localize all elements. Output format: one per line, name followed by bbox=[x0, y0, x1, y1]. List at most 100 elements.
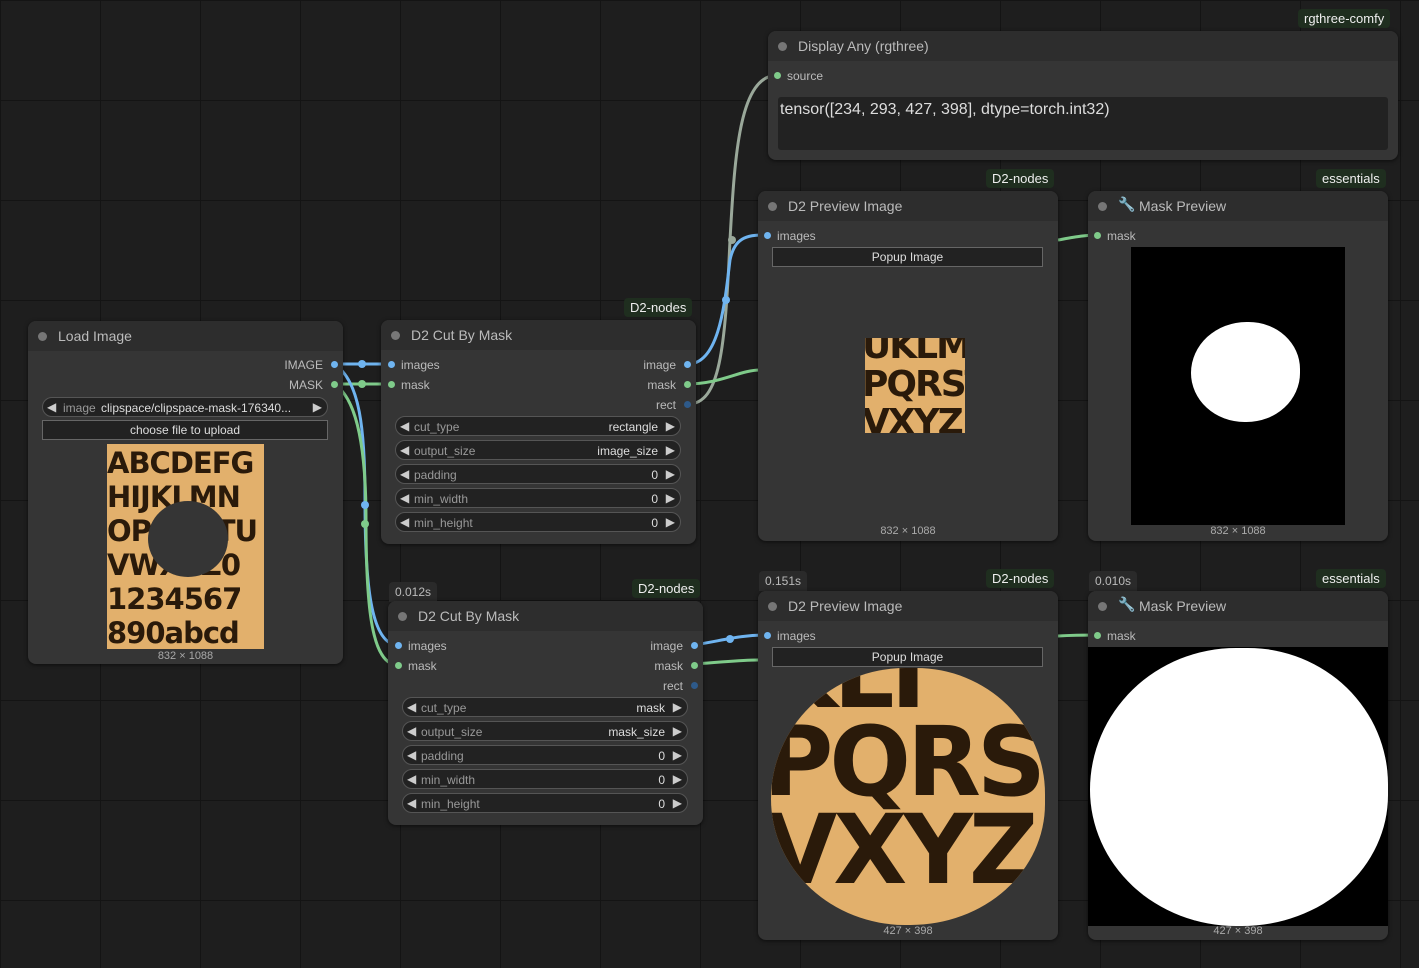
input-slot-images[interactable] bbox=[764, 632, 771, 639]
input-label-images: images bbox=[408, 639, 447, 653]
input-slot-images[interactable] bbox=[388, 361, 395, 368]
left-arrow-icon[interactable]: ◀ bbox=[400, 419, 409, 433]
output-slot-image[interactable] bbox=[684, 361, 691, 368]
output-size-widget[interactable]: ◀ output_size mask_size ▶ bbox=[402, 721, 688, 741]
left-arrow-icon[interactable]: ◀ bbox=[407, 772, 416, 786]
node-source-badge: D2-nodes bbox=[986, 169, 1055, 188]
left-arrow-icon[interactable]: ◀ bbox=[400, 491, 409, 505]
output-slot-image[interactable] bbox=[691, 642, 698, 649]
output-slot-mask[interactable] bbox=[684, 381, 691, 388]
collapse-dot-icon[interactable] bbox=[398, 612, 407, 621]
image-dimensions: 832 × 1088 bbox=[880, 525, 936, 537]
output-slot-mask[interactable] bbox=[331, 381, 338, 388]
d2-cut-by-mask-node-1[interactable]: D2 Cut By Mask images mask image mask re… bbox=[381, 320, 696, 544]
node-title-bar[interactable]: Display Any (rgthree) bbox=[768, 31, 1398, 61]
left-arrow-icon[interactable]: ◀ bbox=[47, 400, 56, 414]
collapse-dot-icon[interactable] bbox=[768, 202, 777, 211]
wrench-icon: 🔧 bbox=[1118, 596, 1136, 612]
node-title-bar[interactable]: D2 Preview Image bbox=[758, 191, 1058, 221]
wire-cut2-image-preview2 bbox=[693, 633, 769, 647]
output-label-rect: rect bbox=[655, 398, 676, 412]
right-arrow-icon[interactable]: ▶ bbox=[673, 724, 682, 738]
left-arrow-icon[interactable]: ◀ bbox=[400, 443, 409, 457]
preview-text-line: VXYZ bbox=[865, 402, 964, 434]
min-width-widget[interactable]: ◀ min_width 0 ▶ bbox=[395, 488, 681, 508]
padding-widget[interactable]: ◀ padding 0 ▶ bbox=[395, 464, 681, 484]
mask-preview-node-1[interactable]: 🔧 Mask Preview mask 832 × 1088 bbox=[1088, 191, 1388, 541]
left-arrow-icon[interactable]: ◀ bbox=[407, 796, 416, 810]
input-slot-images[interactable] bbox=[395, 642, 402, 649]
collapse-dot-icon[interactable] bbox=[768, 602, 777, 611]
left-arrow-icon[interactable]: ◀ bbox=[407, 748, 416, 762]
mask-preview-node-2[interactable]: 🔧 Mask Preview mask 427 × 398 bbox=[1088, 591, 1388, 940]
right-arrow-icon[interactable]: ▶ bbox=[313, 400, 322, 414]
left-arrow-icon[interactable]: ◀ bbox=[400, 515, 409, 529]
right-arrow-icon[interactable]: ▶ bbox=[666, 467, 675, 481]
d2-preview-image-node-1[interactable]: D2 Preview Image images Popup Image UKLM… bbox=[758, 191, 1058, 541]
popup-image-button[interactable]: Popup Image bbox=[772, 247, 1043, 267]
d2-cut-by-mask-node-2[interactable]: D2 Cut By Mask images mask image mask re… bbox=[388, 601, 703, 825]
node-source-badge: rgthree-comfy bbox=[1298, 9, 1391, 28]
left-arrow-icon[interactable]: ◀ bbox=[407, 724, 416, 738]
d2-preview-image-node-2[interactable]: D2 Preview Image images Popup Image KLI … bbox=[758, 591, 1058, 940]
left-arrow-icon[interactable]: ◀ bbox=[400, 467, 409, 481]
cropped-preview-image: UKLM PQRST VXYZ bbox=[865, 338, 965, 433]
reroute-dot bbox=[358, 360, 366, 368]
output-slot-image[interactable] bbox=[331, 361, 338, 368]
left-arrow-icon[interactable]: ◀ bbox=[407, 700, 416, 714]
output-slot-mask[interactable] bbox=[691, 662, 698, 669]
output-slot-rect[interactable] bbox=[684, 401, 691, 408]
padding-widget[interactable]: ◀ padding 0 ▶ bbox=[402, 745, 688, 765]
right-arrow-icon[interactable]: ▶ bbox=[666, 419, 675, 433]
output-size-widget[interactable]: ◀ output_size image_size ▶ bbox=[395, 440, 681, 460]
right-arrow-icon[interactable]: ▶ bbox=[673, 772, 682, 786]
image-combo-widget[interactable]: ◀ image clipspace/clipspace-mask-176340.… bbox=[42, 397, 328, 417]
collapse-dot-icon[interactable] bbox=[778, 42, 787, 51]
input-slot-mask[interactable] bbox=[1094, 632, 1101, 639]
right-arrow-icon[interactable]: ▶ bbox=[666, 491, 675, 505]
min-height-widget[interactable]: ◀ min_height 0 ▶ bbox=[395, 512, 681, 532]
cut-type-widget[interactable]: ◀ cut_type rectangle ▶ bbox=[395, 416, 681, 436]
input-slot-mask[interactable] bbox=[395, 662, 402, 669]
node-title-bar[interactable]: D2 Cut By Mask bbox=[381, 320, 696, 350]
collapse-dot-icon[interactable] bbox=[1098, 202, 1107, 211]
collapse-dot-icon[interactable] bbox=[391, 331, 400, 340]
right-arrow-icon[interactable]: ▶ bbox=[673, 796, 682, 810]
load-image-node[interactable]: Load Image IMAGE MASK ◀ image clipspace/… bbox=[28, 321, 343, 664]
widget-name: min_height bbox=[414, 516, 473, 530]
node-title: D2 Cut By Mask bbox=[418, 608, 520, 624]
wrench-icon: 🔧 bbox=[1118, 196, 1136, 212]
min-height-widget[interactable]: ◀ min_height 0 ▶ bbox=[402, 793, 688, 813]
input-slot-images[interactable] bbox=[764, 232, 771, 239]
input-slot-mask[interactable] bbox=[388, 381, 395, 388]
display-any-node[interactable]: Display Any (rgthree) source tensor([234… bbox=[768, 31, 1398, 160]
right-arrow-icon[interactable]: ▶ bbox=[673, 748, 682, 762]
display-value[interactable]: tensor([234, 293, 427, 398], dtype=torch… bbox=[778, 97, 1388, 150]
right-arrow-icon[interactable]: ▶ bbox=[666, 515, 675, 529]
output-slot-rect[interactable] bbox=[691, 682, 698, 689]
node-title: Mask Preview bbox=[1139, 598, 1227, 614]
reroute-dot bbox=[722, 296, 730, 304]
widget-value: 0 bbox=[651, 492, 658, 506]
node-title-bar[interactable]: D2 Cut By Mask bbox=[388, 601, 703, 631]
node-title-bar[interactable]: Load Image bbox=[28, 321, 343, 351]
node-title-bar[interactable]: 🔧 Mask Preview bbox=[1088, 591, 1388, 621]
popup-image-button[interactable]: Popup Image bbox=[772, 647, 1043, 667]
wire-cut1-mask bbox=[687, 368, 761, 386]
image-preview: ABCDEFG HIJKLMN OPQRSTU VWXYZ0 1234567 8… bbox=[107, 444, 264, 649]
preview-text-line: ABCDEFG bbox=[107, 446, 254, 480]
node-source-badge: D2-nodes bbox=[986, 569, 1055, 588]
right-arrow-icon[interactable]: ▶ bbox=[666, 443, 675, 457]
input-slot-source[interactable] bbox=[774, 72, 781, 79]
cut-type-widget[interactable]: ◀ cut_type mask ▶ bbox=[402, 697, 688, 717]
image-dimensions: 832 × 1088 bbox=[157, 650, 214, 662]
upload-button[interactable]: choose file to upload bbox=[42, 420, 328, 440]
min-width-widget[interactable]: ◀ min_width 0 ▶ bbox=[402, 769, 688, 789]
node-title-bar[interactable]: D2 Preview Image bbox=[758, 591, 1058, 621]
collapse-dot-icon[interactable] bbox=[38, 332, 47, 341]
node-title-bar[interactable]: 🔧 Mask Preview bbox=[1088, 191, 1388, 221]
widget-value: image_size bbox=[597, 444, 658, 458]
input-slot-mask[interactable] bbox=[1094, 232, 1101, 239]
right-arrow-icon[interactable]: ▶ bbox=[673, 700, 682, 714]
collapse-dot-icon[interactable] bbox=[1098, 602, 1107, 611]
